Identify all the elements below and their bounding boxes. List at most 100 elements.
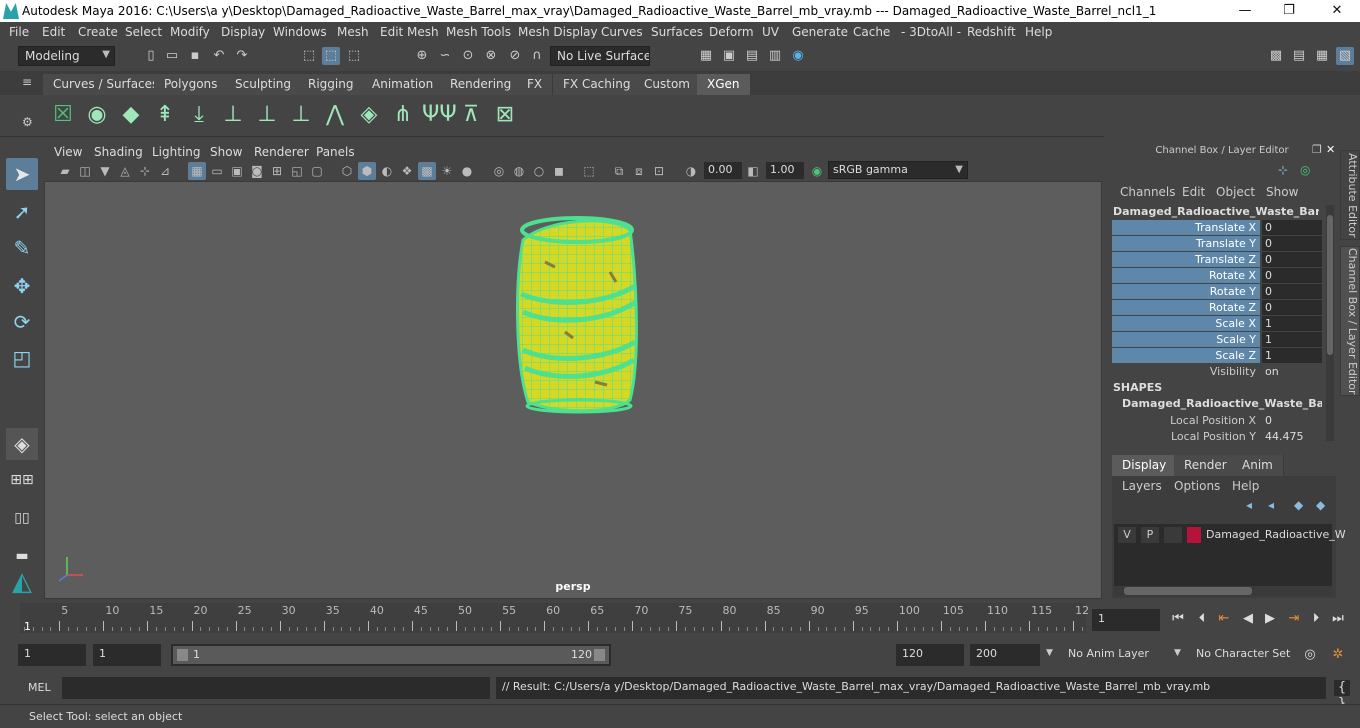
channel-box-toggle-icon[interactable]: ▧ — [1336, 47, 1354, 65]
single-pane-layout-icon[interactable]: ◈ — [6, 428, 38, 460]
channel-menu-channels[interactable]: Channels — [1120, 185, 1176, 199]
depth-of-field-icon[interactable]: ◼ — [550, 162, 568, 180]
panel-menu-show[interactable]: Show — [210, 145, 242, 159]
attr-translate-x[interactable]: Translate X0 — [1112, 220, 1322, 235]
wireframe-icon[interactable]: ⬡ — [338, 162, 356, 180]
panel-menu-lighting[interactable]: Lighting — [152, 145, 201, 159]
channel-box-scrollbar[interactable] — [1326, 205, 1334, 441]
hypershade-icon[interactable]: ◉ — [789, 47, 807, 65]
snap-surface-icon[interactable]: ⊘ — [506, 47, 524, 65]
mel-input[interactable] — [62, 677, 490, 699]
xgen-guide-2-icon[interactable]: ⊥ — [252, 99, 282, 131]
barrel-model[interactable] — [45, 182, 1103, 600]
mel-label[interactable]: MEL — [28, 681, 51, 694]
animation-end-field[interactable]: 200 — [970, 644, 1040, 666]
layer-type-toggle[interactable] — [1164, 527, 1182, 543]
bookmark-icon[interactable]: ▼ — [96, 162, 114, 180]
snap-grid-icon[interactable]: ⊕ — [413, 47, 431, 65]
layer-row[interactable]: V P Damaged_Radioactive_W — [1114, 524, 1346, 588]
menu-help[interactable]: Help — [1025, 25, 1052, 39]
maximize-button[interactable]: ❐ — [1266, 0, 1312, 22]
new-scene-icon[interactable]: ▯ — [142, 47, 160, 65]
ipr-render-icon[interactable]: ▤ — [743, 47, 761, 65]
range-handle-left[interactable] — [177, 649, 188, 661]
anti-aliasing-icon[interactable]: ○ — [530, 162, 548, 180]
attr-local-position-y[interactable]: Local Position Y 44.475 — [1112, 429, 1322, 444]
layer-playback-toggle[interactable]: P — [1141, 527, 1159, 543]
layout-icon[interactable]: ▤ — [1290, 47, 1308, 65]
attr-value[interactable]: 1 — [1262, 348, 1322, 363]
shelf-tab-custom[interactable]: Custom — [634, 74, 701, 95]
attr-value[interactable]: 1 — [1262, 332, 1322, 347]
paint-select-tool-icon[interactable]: ✎ — [6, 232, 38, 264]
magnet-icon[interactable]: ∩ — [528, 47, 546, 65]
wireframe-on-shaded-icon[interactable]: ◐ — [378, 162, 396, 180]
close-button[interactable]: ✕ — [1314, 0, 1360, 22]
attr-value[interactable]: 0 — [1262, 284, 1322, 299]
xray-icon[interactable]: ⧉ — [610, 162, 628, 180]
attr-rotate-y[interactable]: Rotate Y0 — [1112, 284, 1322, 299]
select-object-icon[interactable]: ⬚ — [322, 47, 340, 65]
attr-value[interactable]: 0 — [1262, 252, 1322, 267]
resolution-gate-icon[interactable]: ▣ — [228, 162, 246, 180]
attr-visibility[interactable]: Visibility on — [1112, 364, 1322, 379]
menu-edit[interactable]: Edit — [42, 25, 65, 39]
shelf-tab-animation[interactable]: Animation — [362, 74, 445, 95]
range-slider[interactable]: 1 120 — [171, 644, 611, 666]
textured-checker-icon[interactable]: ▩ — [418, 162, 436, 180]
field-chart-icon[interactable]: ⊞ — [268, 162, 286, 180]
scale-tool-icon[interactable]: ◰ — [6, 342, 38, 374]
channel-menu-show[interactable]: Show — [1266, 185, 1298, 199]
minimize-button[interactable]: — — [1222, 0, 1268, 22]
time-slider[interactable]: 5 10 15 20 25 30 35 40 45 50 55 60 65 70 75 80 85 90 95 100… — [0, 603, 1360, 635]
move-layer-down-icon[interactable]: ◂ — [1268, 498, 1274, 512]
select-hierarchy-icon[interactable]: ⬚ — [300, 47, 318, 65]
menu-surfaces[interactable]: Surfaces — [651, 25, 703, 39]
go-to-start-icon[interactable]: ⏮ — [1170, 611, 1186, 627]
safe-title-icon[interactable]: ▢ — [308, 162, 326, 180]
panel-menu-panels[interactable]: Panels — [316, 145, 355, 159]
menu-3dtoall[interactable]: - 3DtoAll - — [901, 25, 961, 39]
menu-redshift[interactable]: Redshift — [967, 25, 1016, 39]
new-layer-icon[interactable]: ◆ — [1294, 498, 1303, 512]
xray-components-icon[interactable]: ⊡ — [650, 162, 668, 180]
xgen-sculpt-icon[interactable]: ⋔ — [388, 99, 418, 131]
shadows-icon[interactable]: ● — [458, 162, 476, 180]
xgen-guide-icon[interactable]: ⊥ — [218, 99, 248, 131]
anim-layer-dropdown[interactable]: No Anim Layer — [1062, 644, 1162, 666]
auto-key-icon[interactable]: ◎ — [1302, 647, 1318, 663]
link-icon[interactable]: ◎ — [1300, 163, 1310, 177]
four-pane-layout-icon[interactable]: ⊞⊞ — [6, 464, 38, 496]
attr-scale-z[interactable]: Scale Z1 — [1112, 348, 1322, 363]
menu-edit-mesh[interactable]: Edit Mesh — [380, 25, 439, 39]
shelf-tab-sculpting[interactable]: Sculpting — [225, 74, 303, 95]
shelf-tab-xgen[interactable]: XGen — [697, 74, 751, 95]
shelf-menu-icon[interactable]: ≡ — [22, 75, 32, 89]
play-forward-icon[interactable]: ▶ — [1262, 611, 1278, 627]
attr-scale-y[interactable]: Scale Y1 — [1112, 332, 1322, 347]
redo-icon[interactable]: ↷ — [233, 47, 251, 65]
step-back-key-icon[interactable]: ⇤ — [1216, 611, 1232, 627]
menu-uv[interactable]: UV — [762, 25, 779, 39]
chevron-down-icon[interactable]: ▼ — [1046, 648, 1053, 658]
menu-windows[interactable]: Windows — [273, 25, 327, 39]
camera-lock-icon[interactable]: ◫ — [76, 162, 94, 180]
grid-toggle-icon[interactable]: ⊹ — [136, 162, 154, 180]
xgen-groom-icon[interactable]: ΨΨ — [422, 99, 457, 131]
xgen-editor-icon[interactable]: ☒ — [48, 99, 78, 131]
shelf-tab-rigging[interactable]: Rigging — [298, 74, 365, 95]
menu-create[interactable]: Create — [78, 25, 118, 39]
channel-menu-edit[interactable]: Edit — [1182, 185, 1205, 199]
lasso-tool-icon[interactable]: ➚ — [6, 196, 38, 228]
side-tab-attribute-editor[interactable]: Attribute Editor — [1340, 150, 1360, 240]
layer-menu-help[interactable]: Help — [1232, 479, 1259, 493]
workspace-icon[interactable]: ▩ — [1267, 47, 1285, 65]
textured-icon[interactable]: ❖ — [398, 162, 416, 180]
menu-mesh-display[interactable]: Mesh Display — [518, 25, 598, 39]
live-surface-field[interactable]: No Live Surface — [550, 46, 650, 66]
shelf-tab-fx-caching[interactable]: FX Caching — [553, 74, 642, 95]
close-icon[interactable]: ✕ — [1326, 143, 1335, 156]
new-layer-selected-icon[interactable]: ◆ — [1316, 498, 1325, 512]
xgen-place-guide-icon[interactable]: ⤓ — [184, 99, 214, 131]
layer-color-swatch[interactable] — [1187, 527, 1201, 543]
